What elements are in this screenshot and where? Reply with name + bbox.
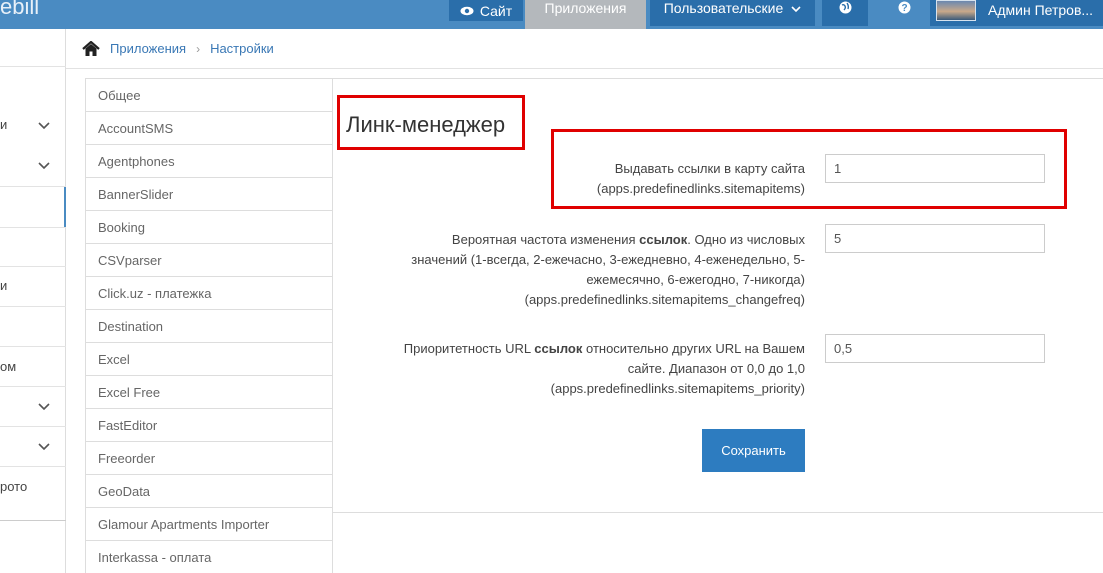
label-text: . Одно из числовых xyxy=(687,232,805,247)
label-line: (apps.predefinedlinks.sitemapitems) xyxy=(596,181,805,196)
label-line: (apps.predefinedlinks.sitemapitems_chang… xyxy=(524,292,805,307)
sidebar-divider xyxy=(0,466,66,467)
main-sidebar: и и ом рото xyxy=(0,29,66,573)
nav-item[interactable]: Booking xyxy=(86,211,332,244)
nav-item[interactable]: FastEditor xyxy=(86,409,332,442)
sidebar-item-5[interactable] xyxy=(0,398,66,418)
help-button[interactable]: ? xyxy=(881,0,928,26)
globe-button[interactable] xyxy=(822,0,868,26)
nav-item[interactable]: Agentphones xyxy=(86,145,332,178)
sidebar-item-7[interactable]: рото xyxy=(0,479,66,494)
nav-item[interactable]: Destination xyxy=(86,310,332,343)
priority-input[interactable]: 0,5 xyxy=(825,334,1045,363)
help-icon: ? xyxy=(898,1,911,14)
label-text: Приоритетность URL xyxy=(403,341,535,356)
nav-item[interactable]: CSVparser xyxy=(86,244,332,277)
nav-item[interactable]: Glamour Apartments Importer xyxy=(86,508,332,541)
sidebar-divider xyxy=(0,227,66,228)
nav-item[interactable]: Excel Free xyxy=(86,376,332,409)
label-text: ссылок xyxy=(534,341,583,356)
changefreq-input[interactable]: 5 xyxy=(825,224,1045,253)
save-button[interactable]: Сохранить xyxy=(702,429,805,472)
sidebar-item-active[interactable] xyxy=(0,187,66,227)
nav-item[interactable]: BannerSlider xyxy=(86,178,332,211)
sidebar-divider xyxy=(0,386,66,387)
site-button-label: Сайт xyxy=(479,2,513,19)
sidebar-item-label: и xyxy=(0,278,8,293)
sidebar-divider xyxy=(0,306,66,307)
label-text: относительно других URL на Вашем xyxy=(582,341,805,356)
sidebar-item-3[interactable]: и xyxy=(0,278,66,293)
sitemap-items-label: Выдавать ссылки в карту сайта (apps.pred… xyxy=(597,159,805,199)
breadcrumb-link-settings[interactable]: Настройки xyxy=(210,41,274,56)
sidebar-item-label: и xyxy=(0,117,8,132)
user-menu[interactable]: Админ Петров... xyxy=(930,0,1103,26)
nav-item[interactable]: Excel xyxy=(86,343,332,376)
sidebar-divider xyxy=(0,346,66,347)
sidebar-item-label: ом xyxy=(0,359,17,374)
breadcrumb-link-apps[interactable]: Приложения xyxy=(110,41,186,56)
label-line: ежемесячно, 6-ежегодно, 7-никогда) xyxy=(586,272,805,287)
settings-nav-list: Общее AccountSMS Agentphones BannerSlide… xyxy=(85,78,333,573)
user-name: Админ Петров... xyxy=(988,2,1094,18)
breadcrumb-separator: › xyxy=(196,41,201,56)
svg-text:?: ? xyxy=(901,3,907,14)
chevron-down-icon xyxy=(791,6,801,13)
sidebar-item-6[interactable] xyxy=(0,438,66,458)
home-icon[interactable] xyxy=(82,40,100,57)
nav-item[interactable]: Общее xyxy=(86,79,332,112)
sidebar-item-label: рото xyxy=(0,479,28,494)
label-line: (apps.predefinedlinks.sitemapitems_prior… xyxy=(550,381,805,396)
breadcrumb: Приложения › Настройки xyxy=(66,29,1103,69)
sidebar-divider xyxy=(0,66,66,67)
label-line: значений (1-всегда, 2-ежечасно, 3-ежедне… xyxy=(411,252,805,267)
eye-icon xyxy=(460,6,474,15)
globe-icon xyxy=(839,1,851,14)
priority-label: Приоритетность URL ссылок относительно д… xyxy=(404,339,805,399)
apps-button-label: Приложения xyxy=(544,0,627,16)
users-dropdown[interactable]: Пользовательские xyxy=(650,0,815,26)
chevron-down-icon xyxy=(38,443,50,451)
changefreq-label: Вероятная частота изменения ссылок. Одно… xyxy=(411,230,805,310)
avatar xyxy=(936,0,976,21)
page-title: Линк-менеджер xyxy=(346,112,506,137)
sidebar-divider xyxy=(0,520,66,521)
sidebar-divider xyxy=(0,266,66,267)
sidebar-divider xyxy=(0,426,66,427)
top-navbar: ebill Сайт Приложения Пользовательские ?… xyxy=(0,0,1103,29)
sidebar-item-4[interactable]: ом xyxy=(0,359,66,374)
label-text: ссылок xyxy=(639,232,688,247)
sidebar-item-2[interactable] xyxy=(0,157,66,177)
nav-item[interactable]: AccountSMS xyxy=(86,112,332,145)
sitemap-items-input[interactable]: 1 xyxy=(825,154,1045,183)
nav-item[interactable]: Click.uz - платежка xyxy=(86,277,332,310)
nav-item[interactable]: Freeorder xyxy=(86,442,332,475)
chevron-down-icon xyxy=(38,122,50,130)
sidebar-item-1[interactable]: и xyxy=(0,117,66,132)
label-text: Вероятная частота изменения xyxy=(451,232,640,247)
nav-item[interactable]: GeoData xyxy=(86,475,332,508)
users-dropdown-label: Пользовательские xyxy=(663,0,784,16)
label-line: Вероятная частота изменения ссылок. Одно… xyxy=(411,230,805,250)
nav-item[interactable]: Interkassa - оплата xyxy=(86,541,332,573)
brand-logo[interactable]: ebill xyxy=(0,0,39,20)
label-line: сайте. Диапазон от 0,0 до 1,0 xyxy=(627,361,805,376)
site-button[interactable]: Сайт xyxy=(449,0,523,21)
label-line: Выдавать ссылки в карту сайта xyxy=(614,161,805,176)
chevron-down-icon xyxy=(38,403,50,411)
apps-button[interactable]: Приложения xyxy=(525,0,646,29)
chevron-down-icon xyxy=(38,162,50,170)
label-line: Приоритетность URL ссылок относительно д… xyxy=(404,339,805,359)
